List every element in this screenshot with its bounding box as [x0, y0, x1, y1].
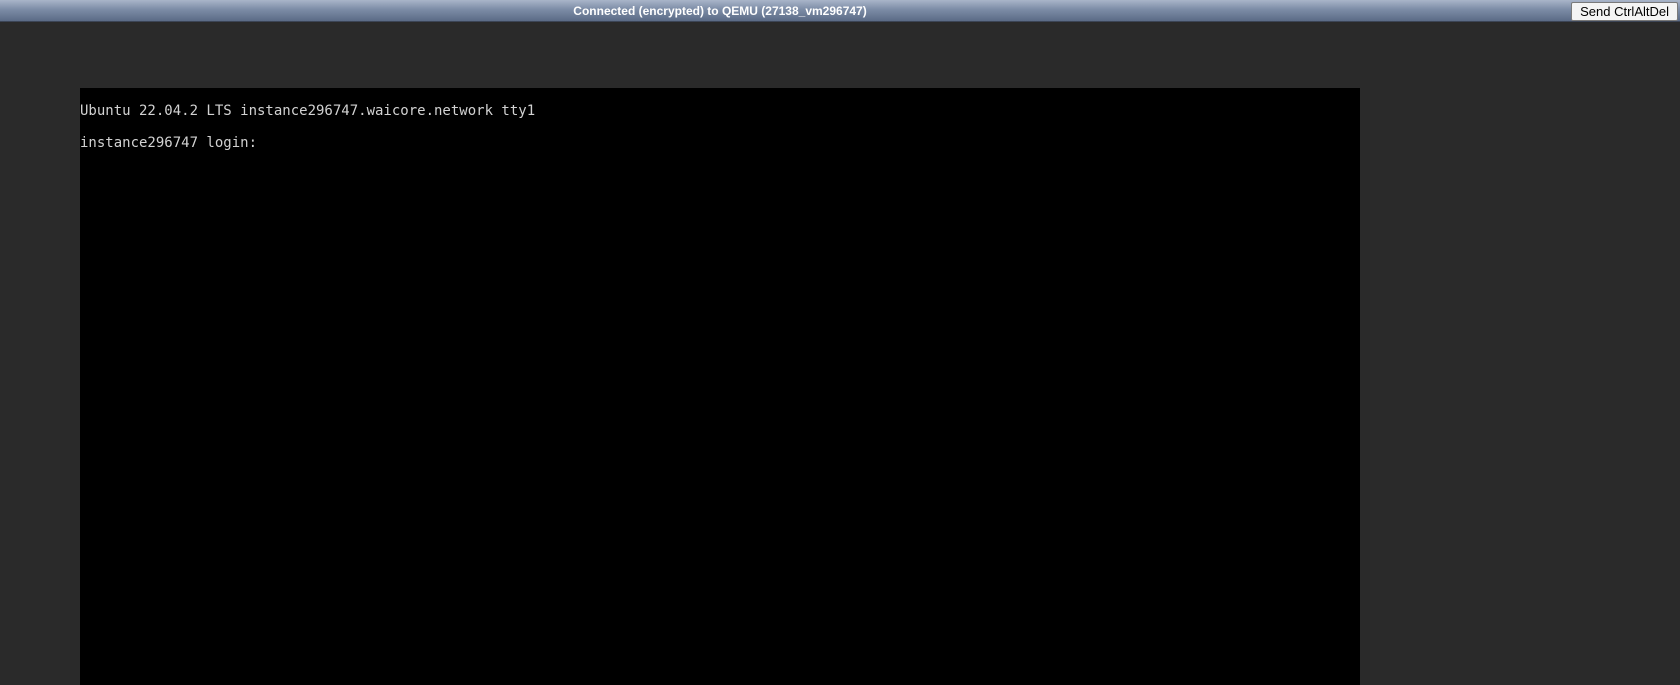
- connection-status-text: Connected (encrypted) to QEMU (27138_vm2…: [573, 4, 867, 18]
- vnc-status-bar: Connected (encrypted) to QEMU (27138_vm2…: [0, 0, 1680, 22]
- send-ctrl-alt-del-button[interactable]: Send CtrlAltDel: [1571, 2, 1678, 21]
- vm-console-screen[interactable]: Ubuntu 22.04.2 LTS instance296747.waicor…: [80, 88, 1360, 685]
- console-login-prompt: instance296747 login:: [80, 135, 258, 151]
- console-banner-line: Ubuntu 22.04.2 LTS instance296747.waicor…: [80, 103, 536, 119]
